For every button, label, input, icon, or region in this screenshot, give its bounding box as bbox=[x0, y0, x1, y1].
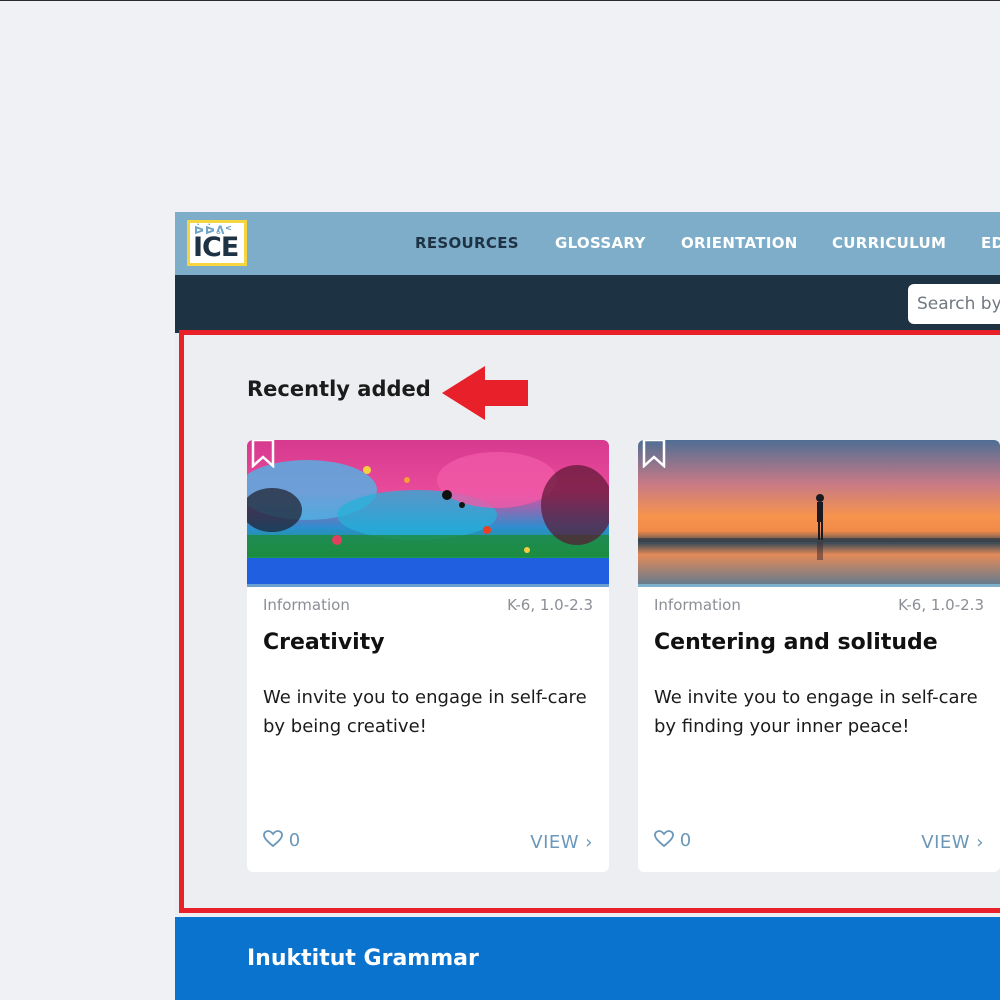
nav-item-ed[interactable]: ED bbox=[981, 212, 1000, 275]
main-navigation: ᐆᐆᕕᑉ ICE RESOURCES GLOSSARY ORIENTATION … bbox=[175, 212, 1000, 275]
nav-item-glossary[interactable]: GLOSSARY bbox=[555, 212, 646, 275]
like-button[interactable]: 0 bbox=[654, 830, 691, 851]
nav-item-resources[interactable]: RESOURCES bbox=[415, 212, 519, 275]
app-viewport: ᐆᐆᕕᑉ ICE RESOURCES GLOSSARY ORIENTATION … bbox=[175, 212, 1000, 1000]
red-arrow-icon bbox=[442, 366, 528, 420]
grammar-section-title[interactable]: Inuktitut Grammar bbox=[247, 946, 479, 971]
bookmark-icon[interactable] bbox=[251, 440, 275, 468]
heart-icon bbox=[263, 830, 283, 848]
search-input[interactable]: Search by bbox=[908, 284, 1000, 324]
search-bar-strip: Search by bbox=[175, 275, 1000, 333]
card-category: Information bbox=[654, 596, 741, 614]
card-grade-level: K-6, 1.0-2.3 bbox=[898, 596, 984, 614]
like-count: 0 bbox=[679, 830, 692, 851]
card-description: We invite you to engage in self-care by … bbox=[654, 687, 978, 737]
like-count: 0 bbox=[288, 830, 301, 851]
ice-logo[interactable]: ᐆᐆᕕᑉ ICE bbox=[187, 220, 247, 266]
window-top-border bbox=[0, 0, 1000, 1]
card-image-paint-splash bbox=[247, 440, 609, 587]
logo-text: ICE bbox=[193, 232, 239, 263]
heart-icon bbox=[654, 830, 674, 848]
nav-item-orientation[interactable]: ORIENTATION bbox=[681, 212, 798, 275]
card-image-sunset-silhouette bbox=[638, 440, 1000, 587]
card-title[interactable]: Centering and solitude bbox=[654, 630, 938, 655]
card-description: We invite you to engage in self-care by … bbox=[263, 687, 587, 737]
like-button[interactable]: 0 bbox=[263, 830, 300, 851]
view-link[interactable]: VIEW › bbox=[921, 832, 984, 853]
view-link[interactable]: VIEW › bbox=[530, 832, 593, 853]
grammar-section-band: Inuktitut Grammar bbox=[175, 917, 1000, 1000]
resource-card-centering[interactable]: Information K-6, 1.0-2.3 Centering and s… bbox=[638, 440, 1000, 872]
nav-item-curriculum[interactable]: CURRICULUM bbox=[832, 212, 946, 275]
card-title[interactable]: Creativity bbox=[263, 630, 385, 655]
card-grade-level: K-6, 1.0-2.3 bbox=[507, 596, 593, 614]
bookmark-icon[interactable] bbox=[642, 440, 666, 468]
card-category: Information bbox=[263, 596, 350, 614]
logo-inner: ᐆᐆᕕᑉ ICE bbox=[190, 223, 244, 263]
resource-card-creativity[interactable]: Information K-6, 1.0-2.3 Creativity We i… bbox=[247, 440, 609, 872]
section-title: Recently added bbox=[247, 377, 431, 401]
